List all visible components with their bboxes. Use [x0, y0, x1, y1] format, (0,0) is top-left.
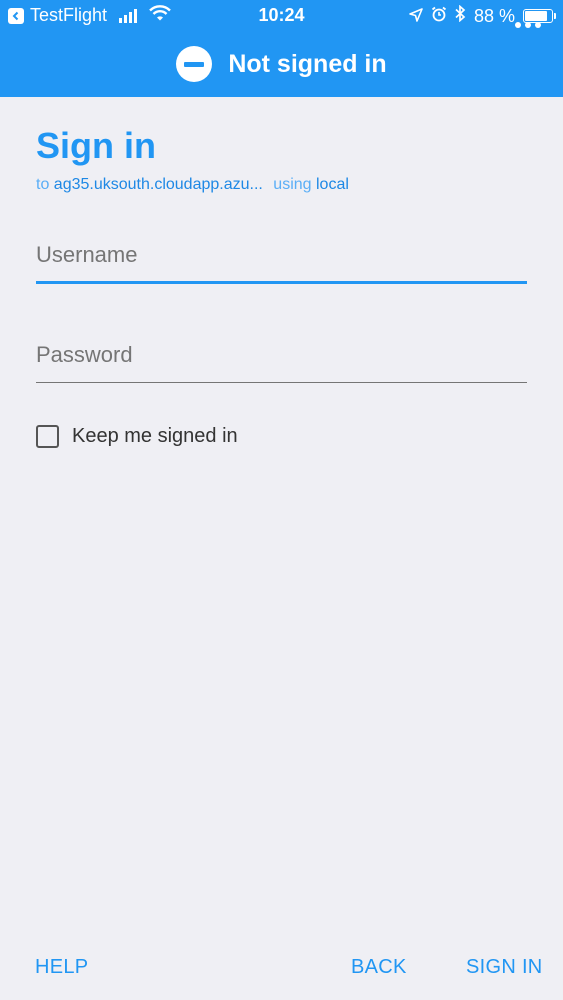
page-title: Sign in — [36, 125, 156, 166]
using-text: using — [273, 176, 312, 193]
server-host: ag35.uksouth.cloudapp.azu... — [53, 176, 263, 193]
username-field — [36, 240, 527, 284]
battery-percent: 88 % — [473, 5, 515, 26]
back-button[interactable]: BACK — [351, 956, 407, 979]
location-arrow-icon — [409, 6, 423, 27]
password-field — [36, 340, 527, 383]
status-bar: TestFlight 10:24 88 % — [0, 0, 563, 32]
header-title: Not signed in — [228, 49, 387, 78]
keep-signed-in-label[interactable]: Keep me signed in — [72, 425, 238, 448]
bluetooth-icon — [455, 4, 466, 27]
app-header: TestFlight 10:24 88 % Not signed in — [0, 0, 563, 97]
help-button[interactable]: HELP — [35, 956, 88, 979]
password-input[interactable] — [36, 340, 527, 370]
alarm-icon — [431, 6, 447, 27]
username-underline — [36, 281, 527, 284]
server-prefix: to — [36, 176, 50, 193]
signin-intro: Sign in to ag35.uksouth.cloudapp.azu... … — [36, 120, 527, 194]
keep-signed-in-row[interactable]: Keep me signed in — [36, 425, 238, 448]
title-bar: Not signed in — [0, 34, 563, 94]
keep-signed-in-checkbox[interactable] — [36, 425, 59, 448]
auth-provider: local — [316, 176, 349, 193]
username-input[interactable] — [36, 240, 527, 270]
battery-icon — [523, 9, 556, 23]
more-options-icon[interactable] — [515, 22, 541, 28]
no-entry-icon — [176, 46, 213, 82]
password-underline — [36, 382, 527, 383]
sign-in-button[interactable]: SIGN IN — [466, 956, 543, 979]
battery-fill — [525, 11, 547, 21]
server-info: to ag35.uksouth.cloudapp.azu... using lo… — [36, 176, 527, 194]
